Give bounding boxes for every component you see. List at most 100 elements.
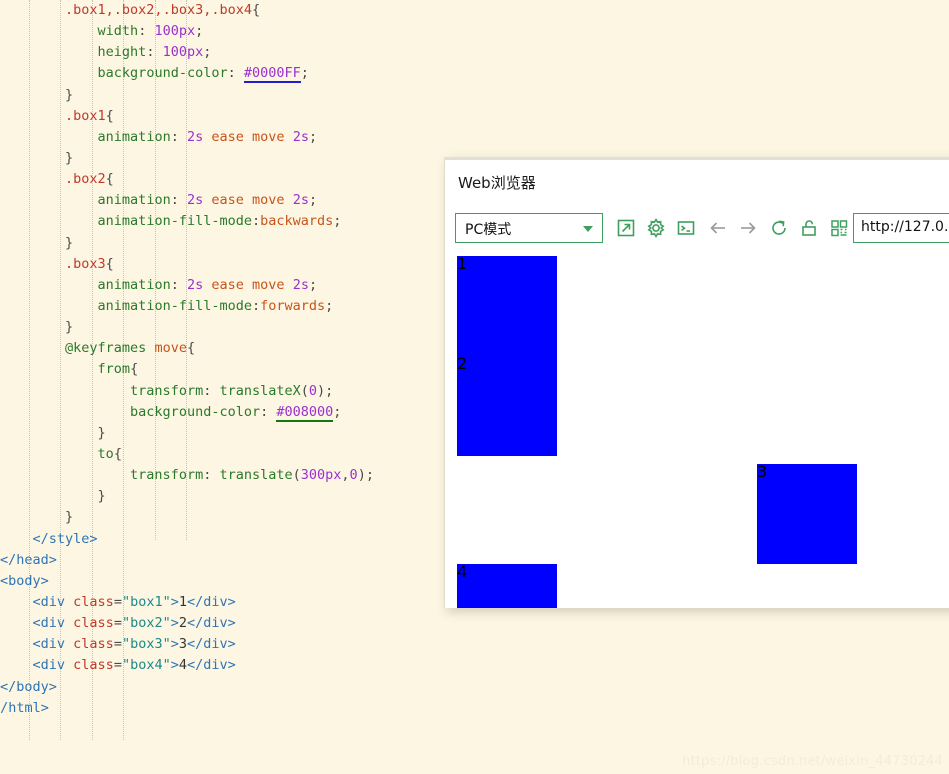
code-token: </div> <box>187 593 236 610</box>
code-line: animation-fill-mode:forwards; <box>0 296 374 317</box>
code-line: from{ <box>0 359 374 380</box>
unlock-icon[interactable] <box>798 217 820 239</box>
code-token: } <box>65 234 74 251</box>
code-token: ( <box>300 382 309 399</box>
code-token: <div <box>32 615 66 632</box>
code-token: .box3 <box>65 255 106 272</box>
console-icon[interactable] <box>675 217 697 239</box>
code-line: } <box>0 148 374 169</box>
code-token: : <box>170 276 187 293</box>
code-token: { <box>105 255 114 272</box>
code-token: "box2" <box>121 615 171 632</box>
code-token: "box1" <box>121 593 171 610</box>
rendered-box-2: 2 <box>457 355 557 456</box>
code-line: </body> <box>0 677 374 698</box>
code-token: } <box>97 488 106 505</box>
code-line: transform: translateX(0); <box>0 381 374 402</box>
code-token: <div <box>32 593 66 610</box>
code-token: = <box>113 593 122 610</box>
code-token: class <box>73 615 114 632</box>
code-token: = <box>113 657 122 674</box>
code-token: 2s <box>292 276 309 293</box>
code-token: 100px <box>154 23 196 40</box>
code-token: > <box>170 615 179 632</box>
code-line: .box1,.box2,.box3,.box4{ <box>0 0 374 21</box>
code-token: </style> <box>32 530 98 547</box>
code-token: : <box>146 44 163 61</box>
mode-select-dropdown[interactable]: PC模式 <box>455 213 603 243</box>
code-token: > <box>170 636 179 653</box>
code-token: { <box>186 340 196 357</box>
page-viewport: 1 2 3 4 <box>457 256 949 608</box>
code-token: { <box>105 171 114 188</box>
qr-code-icon[interactable] <box>828 217 850 239</box>
code-token: move <box>154 340 187 357</box>
code-token: class <box>73 657 114 674</box>
url-bar[interactable]: http://127.0. <box>853 213 949 243</box>
open-external-icon[interactable] <box>615 217 637 239</box>
code-text[interactable]: .box1,.box2,.box3,.box4{ width: 100px; h… <box>0 0 374 719</box>
rendered-box-4: 4 <box>457 562 557 608</box>
code-token: move <box>252 128 285 145</box>
code-token: } <box>65 509 74 526</box>
code-token: } <box>65 319 74 336</box>
code-token: animation <box>97 128 171 145</box>
gear-icon[interactable] <box>645 217 667 239</box>
code-line: <body> <box>0 571 374 592</box>
code-token: 3 <box>178 636 188 653</box>
code-line: background-color: #0000FF; <box>0 63 374 84</box>
code-line: } <box>0 423 374 444</box>
code-token: = <box>113 615 122 632</box>
code-token: } <box>65 86 74 103</box>
code-token: 0 <box>308 382 318 399</box>
box-label: 4 <box>457 562 468 581</box>
code-token: </html> <box>0 699 49 716</box>
code-token: 2 <box>178 615 188 632</box>
browser-toolbar: PC模式 http://127.0. <box>445 208 949 256</box>
code-token: 300px <box>300 467 342 484</box>
web-browser-window[interactable]: Web浏览器 PC模式 http://127.0. 1 2 3 4 <box>444 157 949 608</box>
forward-arrow-icon[interactable] <box>737 217 759 239</box>
window-title: Web浏览器 <box>458 174 536 192</box>
rendered-box-1: 1 <box>457 256 557 356</box>
url-text: http://127.0. <box>861 219 949 235</box>
code-token: @keyframes <box>65 340 147 357</box>
code-token: class <box>73 593 114 610</box>
code-token: animation-fill-mode <box>97 213 252 230</box>
reload-icon[interactable] <box>768 217 790 239</box>
code-line: background-color: #008000; <box>0 402 374 423</box>
code-line: animation: 2s ease move 2s; <box>0 190 374 211</box>
code-token: ; <box>203 44 212 61</box>
code-token: 4 <box>178 657 188 674</box>
code-token: <div <box>32 657 66 674</box>
code-token: class <box>73 636 114 653</box>
code-token: <div <box>32 636 66 653</box>
back-arrow-icon[interactable] <box>707 217 729 239</box>
code-token: animation <box>97 192 171 209</box>
code-token: transform <box>130 467 204 484</box>
code-token: </body> <box>0 678 57 695</box>
code-token: #0000FF <box>243 65 301 84</box>
code-token: } <box>65 149 74 166</box>
code-line: <div class="box3">3</div> <box>0 634 374 655</box>
browser-titlebar: Web浏览器 <box>445 160 949 208</box>
code-token: : <box>251 213 261 230</box>
